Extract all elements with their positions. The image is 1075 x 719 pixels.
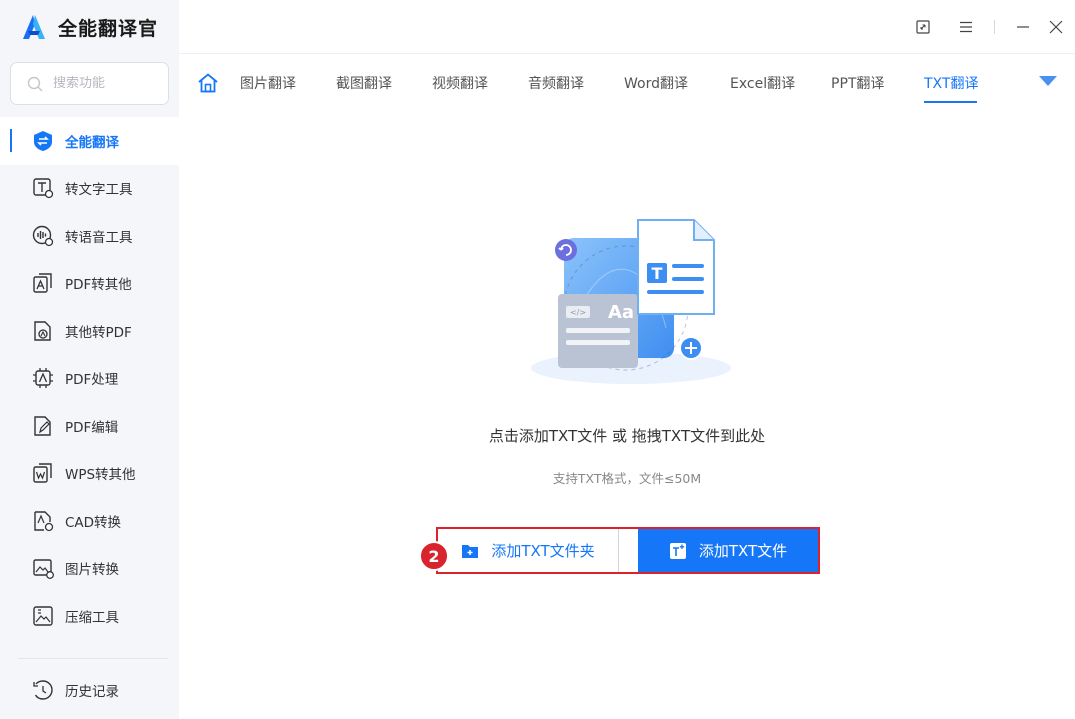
tab-txt-translate[interactable]: TXT翻译 [924,73,978,93]
tab-ppt-translate[interactable]: PPT翻译 [831,73,884,93]
sidebar-item-cad-convert[interactable]: CAD转换 [0,497,179,545]
translate-shield-icon [32,130,54,152]
sidebar-item-label: 其他转PDF [65,324,132,341]
brand: 全能翻译官 [0,0,179,54]
sidebar-item-text-tool[interactable]: 转文字工具 [0,165,179,213]
sidebar-item-label: 转语音工具 [65,229,133,246]
menu-icon [960,21,972,33]
sidebar-divider [18,658,168,659]
minimize-icon [1017,26,1029,28]
svg-text:Aa: Aa [608,302,634,323]
folder-add-icon [462,544,479,558]
sidebar-item-label: CAD转换 [65,514,122,531]
tab-excel-translate[interactable]: Excel翻译 [730,73,795,93]
title-bar [179,0,1075,54]
sidebar-item-image-convert[interactable]: 图片转换 [0,545,179,593]
shrink-icon [916,20,930,34]
sidebar-item-label: 图片转换 [65,562,119,579]
tabs-dropdown-icon[interactable] [1038,74,1058,88]
home-icon[interactable] [197,72,219,94]
app-logo-icon [23,15,45,39]
sidebar-item-voice-tool[interactable]: 转语音工具 [0,212,179,260]
pdf-process-icon [32,367,54,389]
sidebar-item-all-translate[interactable]: 全能翻译 [0,117,179,165]
close-button[interactable] [1045,16,1067,38]
tab-audio-translate[interactable]: 音频翻译 [528,73,584,93]
pdf-convert-icon [32,272,54,294]
active-tab-indicator [924,101,977,103]
sidebar: 全能翻译官 全能翻译 转文字工具 [0,0,179,719]
drop-zone-title: 点击添加TXT文件 或 拖拽TXT文件到此处 [488,427,766,445]
image-convert-icon [32,557,54,580]
sidebar-item-label: PDF转其他 [65,277,132,294]
voice-tool-icon [32,225,54,247]
step-badge: 2 [419,541,449,571]
sidebar-item-label: PDF处理 [65,372,119,389]
app-name: 全能翻译官 [58,17,159,40]
sidebar-item-compress[interactable]: 压缩工具 [0,592,179,640]
to-pdf-icon [32,320,54,342]
svg-text:T: T [652,264,663,283]
sidebar-item-label: 转文字工具 [65,182,133,199]
app-window: 全能翻译官 全能翻译 转文字工具 [0,0,1075,719]
add-txt-folder-label: 添加TXT文件夹 [491,542,595,560]
add-txt-file-button[interactable]: 添加TXT文件 [638,529,818,572]
sidebar-nav: 全能翻译 转文字工具 转语音工具 PDF转其他 其他转PDF PDF处理 PDF… [0,117,179,640]
title-bar-separator [994,20,995,34]
add-txt-folder-button[interactable]: 添加TXT文件夹 [438,529,619,572]
sidebar-item-pdf-to-other[interactable]: PDF转其他 [0,260,179,308]
minimize-button[interactable] [1012,16,1034,38]
compress-icon [32,605,54,627]
file-add-icon [669,542,686,559]
drop-zone-subtitle: 支持TXT格式，文件≤50M [552,471,702,486]
history-icon [32,679,54,701]
svg-text:</>: </> [570,308,586,317]
sidebar-item-history[interactable]: 历史记录 [0,666,179,714]
search-box[interactable] [10,62,169,105]
menu-button[interactable] [955,16,977,38]
upload-illustration: </> Aa T [531,219,731,384]
tab-word-translate[interactable]: Word翻译 [624,73,688,93]
sidebar-item-other-to-pdf[interactable]: 其他转PDF [0,307,179,355]
sidebar-item-label: 全能翻译 [65,134,119,151]
search-input[interactable] [53,76,153,91]
sidebar-item-label: 历史记录 [65,683,119,700]
text-tool-icon [32,177,54,199]
search-icon [27,76,43,91]
cad-convert-icon [32,510,54,532]
tab-video-translate[interactable]: 视频翻译 [432,73,488,93]
sidebar-history-section: 历史记录 [0,666,179,714]
add-txt-file-label: 添加TXT文件 [698,542,788,560]
sidebar-item-pdf-process[interactable]: PDF处理 [0,355,179,403]
tab-image-translate[interactable]: 图片翻译 [240,73,296,93]
close-icon [1049,20,1063,34]
tab-screenshot-translate[interactable]: 截图翻译 [336,73,392,93]
shrink-window-button[interactable] [912,16,934,38]
sidebar-item-label: 压缩工具 [65,609,119,626]
